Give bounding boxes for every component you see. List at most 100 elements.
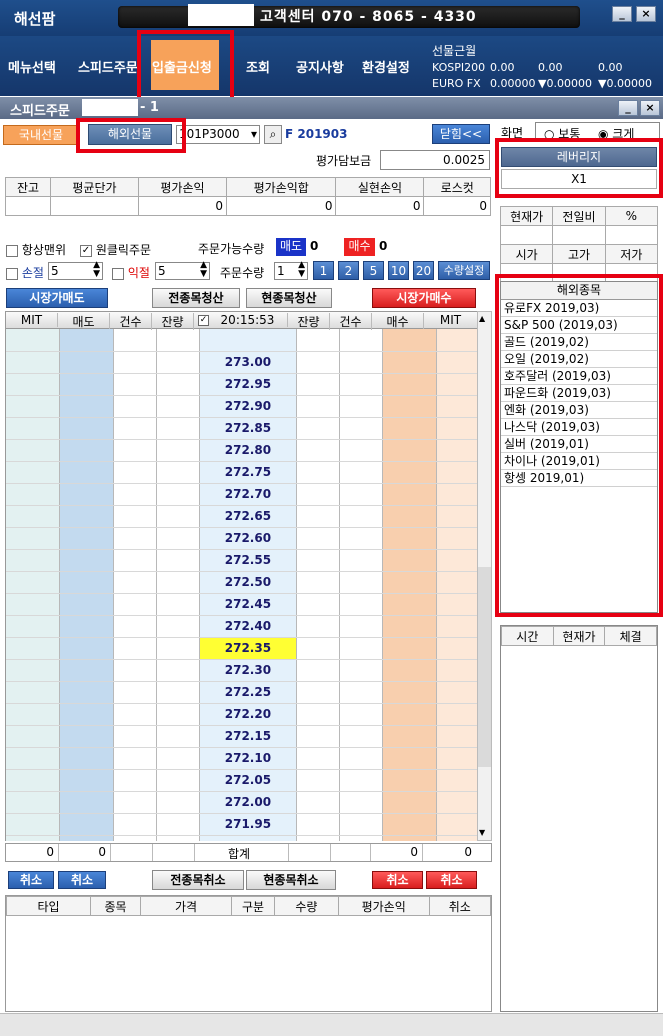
buy-mit-cell[interactable]	[436, 395, 477, 418]
price-cell[interactable]: 272.80	[199, 439, 297, 462]
price-cell[interactable]: 272.95	[199, 373, 297, 396]
qty-2-button[interactable]: 2	[338, 261, 359, 280]
price-cell[interactable]: 273.00	[199, 351, 297, 374]
qty-20-button[interactable]: 20	[413, 261, 434, 280]
sub-minimize-button[interactable]: _	[618, 100, 638, 116]
sell-mit-cell[interactable]	[6, 769, 61, 792]
price-cell[interactable]: 272.20	[199, 703, 297, 726]
buy-cell[interactable]	[382, 351, 437, 374]
buy-qty-cell[interactable]	[296, 461, 341, 484]
sell-cell[interactable]	[59, 527, 114, 550]
buy-count-cell[interactable]	[339, 659, 384, 682]
buy-count-cell[interactable]	[339, 527, 384, 550]
sell-qty-cell[interactable]	[156, 747, 201, 770]
sell-cell[interactable]	[59, 549, 114, 572]
sell-cell[interactable]	[59, 703, 114, 726]
buy-cell[interactable]	[382, 483, 437, 506]
menu-item-speed-order[interactable]: 스피드주문	[78, 57, 140, 76]
sell-cell[interactable]	[59, 395, 114, 418]
sell-mit-cell[interactable]	[6, 329, 61, 352]
take-profit-option[interactable]: 익절	[112, 264, 150, 281]
buy-cell[interactable]	[382, 505, 437, 528]
sell-cell[interactable]	[59, 505, 114, 528]
sell-mit-cell[interactable]	[6, 527, 61, 550]
cancel-sell-mit-button[interactable]: 취소	[8, 871, 54, 889]
sell-count-cell[interactable]	[113, 791, 157, 814]
menu-item-notice[interactable]: 공지사항	[296, 57, 344, 76]
price-cell[interactable]	[199, 329, 297, 352]
buy-mit-cell[interactable]	[436, 681, 477, 704]
checkbox[interactable]	[6, 244, 18, 257]
buy-qty-cell[interactable]	[296, 593, 341, 616]
buy-cell[interactable]	[382, 527, 437, 550]
sell-qty-cell[interactable]	[156, 681, 201, 704]
cancel-all-button[interactable]: 전종목취소	[152, 870, 244, 890]
menu-item-settings[interactable]: 환경설정	[362, 57, 410, 76]
sell-cell[interactable]	[59, 725, 114, 748]
spin-icon[interactable]: ▲ ▼	[200, 261, 207, 279]
buy-cell[interactable]	[382, 417, 437, 440]
take-profit-stepper[interactable]: 5 ▲ ▼	[155, 261, 210, 280]
buy-cell[interactable]	[382, 813, 437, 836]
sell-cell[interactable]	[59, 813, 114, 836]
sell-count-cell[interactable]	[113, 615, 157, 638]
sell-qty-cell[interactable]	[156, 527, 201, 550]
buy-count-cell[interactable]	[339, 593, 384, 616]
buy-cell[interactable]	[382, 549, 437, 572]
buy-mit-cell[interactable]	[436, 769, 477, 792]
sell-qty-cell[interactable]	[156, 813, 201, 836]
buy-count-cell[interactable]	[339, 703, 384, 726]
price-cell[interactable]: 272.70	[199, 483, 297, 506]
sell-mit-cell[interactable]	[6, 417, 61, 440]
sell-count-cell[interactable]	[113, 439, 157, 462]
sell-qty-cell[interactable]	[156, 637, 201, 660]
sell-qty-cell[interactable]	[156, 703, 201, 726]
product-select[interactable]: 101P3000 ▾	[176, 125, 260, 144]
qty-1-button[interactable]: 1	[313, 261, 334, 280]
buy-mit-cell[interactable]	[436, 373, 477, 396]
buy-qty-cell[interactable]	[296, 351, 341, 374]
sell-qty-cell[interactable]	[156, 615, 201, 638]
buy-mit-cell[interactable]	[436, 747, 477, 770]
price-cell[interactable]: 272.10	[199, 747, 297, 770]
sell-count-cell[interactable]	[113, 351, 157, 374]
buy-mit-cell[interactable]	[436, 549, 477, 572]
price-cell[interactable]: 272.90	[199, 395, 297, 418]
buy-mit-cell[interactable]	[436, 813, 477, 836]
buy-qty-cell[interactable]	[296, 681, 341, 704]
buy-cell[interactable]	[382, 439, 437, 462]
sell-cell[interactable]	[59, 593, 114, 616]
market-sell-button[interactable]: 시장가매도	[6, 288, 108, 308]
always-top-option[interactable]: 항상맨위	[6, 241, 66, 258]
sell-cell[interactable]	[59, 417, 114, 440]
tab-domestic[interactable]: 국내선물	[3, 125, 79, 145]
qty-setting-button[interactable]: 수량설정	[438, 261, 490, 280]
sell-mit-cell[interactable]	[6, 791, 61, 814]
sell-cell[interactable]	[59, 373, 114, 396]
sell-mit-cell[interactable]	[6, 549, 61, 572]
buy-cell[interactable]	[382, 681, 437, 704]
sell-count-cell[interactable]	[113, 571, 157, 594]
sell-count-cell[interactable]	[113, 813, 157, 836]
sell-mit-cell[interactable]	[6, 505, 61, 528]
buy-qty-cell[interactable]	[296, 835, 341, 841]
price-cell[interactable]: 272.55	[199, 549, 297, 572]
buy-mit-cell[interactable]	[436, 527, 477, 550]
buy-count-cell[interactable]	[339, 637, 384, 660]
ladder-scrollbar[interactable]: ▲ ▼	[477, 311, 492, 841]
buy-qty-cell[interactable]	[296, 813, 341, 836]
buy-count-cell[interactable]	[339, 615, 384, 638]
buy-qty-cell[interactable]	[296, 659, 341, 682]
current-price-cell[interactable]: 272.35	[199, 637, 297, 660]
sell-qty-cell[interactable]	[156, 439, 201, 462]
sell-cell[interactable]	[59, 835, 114, 841]
sell-count-cell[interactable]	[113, 461, 157, 484]
sell-qty-cell[interactable]	[156, 505, 201, 528]
sell-mit-cell[interactable]	[6, 637, 61, 660]
sell-mit-cell[interactable]	[6, 703, 61, 726]
sell-count-cell[interactable]	[113, 681, 157, 704]
sell-count-cell[interactable]	[113, 373, 157, 396]
buy-mit-cell[interactable]	[436, 615, 477, 638]
buy-qty-cell[interactable]	[296, 483, 341, 506]
buy-qty-cell[interactable]	[296, 615, 341, 638]
